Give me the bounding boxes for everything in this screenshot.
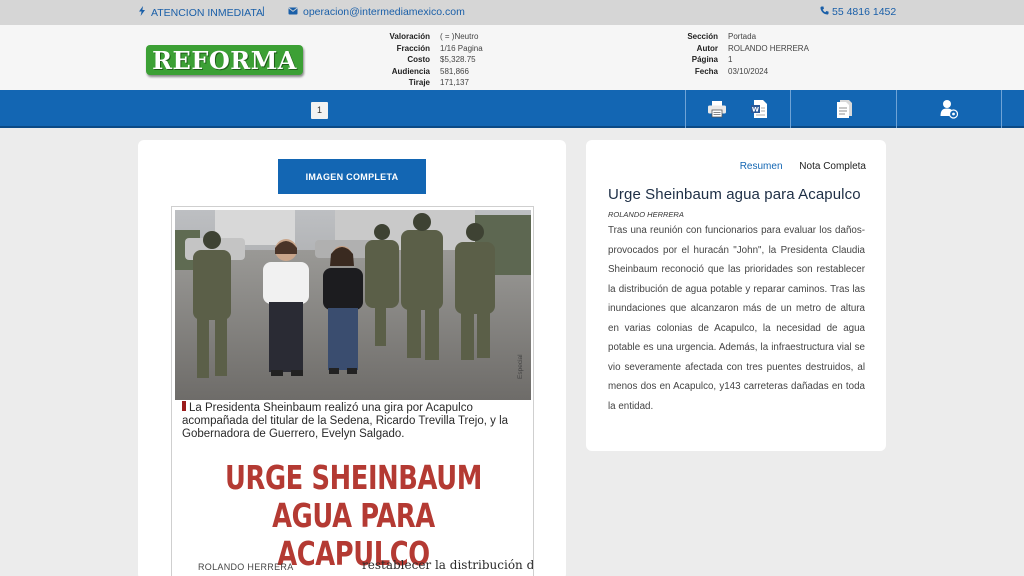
print-icon (707, 99, 727, 119)
meta-key: Fecha (694, 66, 718, 76)
attention-label: ATENCION INMEDIATA (151, 7, 264, 19)
clip-headline-line1: URGE SHEINBAUM (225, 458, 482, 497)
meta-value: 581,866 (440, 66, 469, 76)
meta-key: Sección (687, 32, 718, 41)
meta-row: Audiencia 581,866 (340, 66, 483, 78)
reforma-logo: REFORMA (146, 45, 303, 75)
photo-credit: Especial (517, 354, 524, 379)
article-title: Urge Sheinbaum agua para Acapulco (608, 186, 861, 203)
document-icon (834, 99, 854, 119)
article-panel: Resumen Nota Completa Urge Sheinbaum agu… (586, 140, 886, 451)
user-settings-button[interactable] (896, 90, 1002, 128)
attention-link[interactable]: ATENCION INMEDIATA (138, 6, 263, 19)
meta-row: Valoración ( = )Neutro (340, 31, 483, 43)
meta-key: Página (691, 55, 718, 64)
clip-caption: La Presidenta Sheinbaum realizó una gira… (182, 401, 512, 441)
meta-row: Página 1 (640, 54, 809, 66)
meta-value: 1/16 Pagina (440, 43, 483, 53)
article-tabs: Resumen Nota Completa (726, 161, 866, 172)
meta-value: Portada (728, 32, 757, 41)
meta-row: Autor ROLANDO HERRERA (640, 43, 809, 55)
meta-key: Autor (696, 43, 718, 53)
print-button[interactable]: W (685, 90, 790, 128)
word-icon: W (749, 99, 769, 119)
meta-key: Costo (407, 55, 430, 64)
user-settings-icon (939, 99, 959, 119)
header: REFORMA Valoración ( = )Neutro Fracción 1/… (0, 25, 1024, 90)
clip-byline: ROLANDO HERRERA (198, 562, 294, 572)
full-image-button[interactable]: IMAGEN COMPLETA (278, 159, 426, 194)
lightning-icon (138, 6, 146, 19)
top-bar: ATENCION INMEDIATA | operacion@intermedi… (0, 0, 1024, 25)
clip-snippet: restablecer la distribución del (362, 558, 534, 572)
tab-summary[interactable]: Resumen (740, 161, 783, 172)
newspaper-clipping[interactable]: Especial La Presidenta Sheinbaum realizó… (171, 206, 534, 576)
page-number-button[interactable]: 1 (311, 102, 328, 119)
email-link[interactable]: operacion@intermediamexico.com (288, 6, 465, 18)
meta-value: 1 (728, 55, 733, 64)
meta-key: Tiraje (408, 78, 430, 87)
phone-icon (820, 6, 829, 18)
clip-caption-text: La Presidenta Sheinbaum realizó una gira… (182, 402, 509, 440)
meta-row: Tiraje 171,137 (340, 77, 483, 89)
article-author: ROLANDO HERRERA (608, 210, 684, 219)
caption-marker (182, 401, 186, 411)
meta-key: Fracción (396, 43, 430, 53)
clipping-panel: IMAGEN COMPLETA Especial La Presidenta S… (138, 140, 566, 576)
tool-group: W (685, 90, 1002, 128)
envelope-icon (288, 6, 298, 18)
meta-value: ROLANDO HERRERA (728, 43, 809, 53)
tab-full-note[interactable]: Nota Completa (799, 161, 866, 172)
phone-text: 55 4816 1452 (832, 6, 897, 18)
meta-value: 03/10/2024 (728, 66, 769, 76)
meta-value: $5,328.75 (440, 55, 476, 64)
document-button[interactable] (790, 90, 896, 128)
topbar-separator: | (262, 5, 265, 17)
meta-value: 171,137 (440, 78, 469, 87)
toolbar: 1 W (0, 90, 1024, 128)
logo-text: REFORMA (152, 45, 297, 75)
meta-row: Sección Portada (640, 31, 809, 43)
svg-text:W: W (752, 106, 759, 114)
meta-row: Fecha 03/10/2024 (640, 66, 809, 78)
phone-link[interactable]: 55 4816 1452 (820, 6, 896, 18)
meta-key: Audiencia (391, 66, 430, 76)
meta-left: Valoración ( = )Neutro Fracción 1/16 Pagin… (340, 31, 483, 89)
meta-right: Sección Portada Autor ROLANDO HERRERA Pági… (640, 31, 809, 77)
meta-key: Valoración (389, 32, 430, 41)
clip-headline: URGE SHEINBAUM AGUA PARA ACAPULCO (212, 459, 495, 573)
article-body: Tras una reunión con funcionarios para e… (608, 225, 865, 412)
meta-row: Costo $5,328.75 (340, 54, 483, 66)
meta-value: ( = )Neutro (440, 32, 479, 41)
meta-row: Fracción 1/16 Pagina (340, 43, 483, 55)
email-text: operacion@intermediamexico.com (303, 6, 465, 18)
news-photo (175, 210, 531, 400)
